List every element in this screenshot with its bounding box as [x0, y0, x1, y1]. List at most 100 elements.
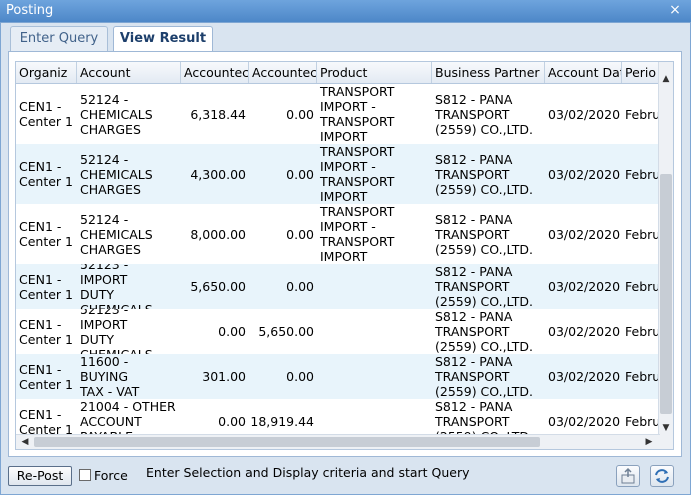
cell-text: 0.00 [286, 369, 314, 384]
table-cell: CEN1 - Center 1 [16, 309, 77, 354]
cell-text: Febru [625, 414, 660, 429]
table-row[interactable]: CEN1 - Center 1 52124 - CHEMICALS CHARGES… [16, 204, 660, 264]
scroll-corner [659, 435, 673, 449]
scroll-up-icon[interactable]: ▲ [659, 72, 673, 86]
cell-text: 0.00 [286, 279, 314, 294]
table-cell: 0.00 [181, 399, 249, 435]
table-cell: Febru [622, 84, 660, 144]
cell-text: 52124 - CHEMICALS CHARGES [80, 91, 153, 137]
cell-text: S812 - PANA TRANSPORT (2559) CO.,LTD. [435, 151, 534, 197]
status-text: Enter Selection and Display criteria and… [146, 465, 470, 480]
column-header[interactable]: Business Partner [432, 62, 545, 83]
table-row[interactable]: CEN1 - Center 1 52124 - CHEMICALS CHARGES… [16, 84, 660, 144]
column-header[interactable]: Accountec [249, 62, 317, 83]
cell-text: 03/02/2020 [548, 324, 621, 339]
cell-text: 52123 - IMPORT DUTY CHEMICALS [80, 264, 153, 309]
cell-text: 03/02/2020 [548, 279, 621, 294]
tab-enter-query[interactable]: Enter Query [10, 26, 108, 51]
cell-text: CEN1 - Center 1 [19, 219, 73, 249]
cell-text: 8,000.00 [190, 226, 246, 242]
horizontal-scroll-thumb[interactable] [34, 437, 540, 447]
cell-text: S812 - PANA TRANSPORT (2559) CO.,LTD. [435, 309, 534, 354]
cell-text: 21004 - OTHER ACCOUNT PAYABLE [80, 399, 176, 435]
table-row[interactable]: CEN1 - Center 1 11600 - BUYING TAX - VAT 3… [16, 354, 660, 399]
column-header[interactable]: Product [317, 62, 432, 83]
cell-text: 0.00 [286, 106, 314, 122]
grid-header: Organiz Account Accountec Accountec Product B… [16, 62, 660, 84]
table-cell: 03/02/2020 [545, 84, 622, 144]
table-cell: 03/02/2020 [545, 264, 622, 309]
cell-text: 6,318.44 [190, 106, 246, 122]
table-row[interactable]: CEN1 - Center 121004 - OTHER ACCOUNT PAY… [16, 399, 660, 435]
table-cell: S812 - PANA TRANSPORT (2559) CO.,LTD. [432, 354, 545, 399]
table-cell: 21004 - OTHER ACCOUNT PAYABLE [77, 399, 181, 435]
refresh-icon [655, 469, 669, 483]
horizontal-scrollbar[interactable]: ◀ ▶ [16, 434, 660, 449]
scroll-right-icon[interactable]: ▶ [642, 435, 656, 449]
column-header[interactable]: Accountec [181, 62, 249, 83]
export-button[interactable] [616, 465, 640, 487]
table-cell: Febru [622, 204, 660, 264]
table-cell: CEN1 - Center 1 [16, 144, 77, 204]
table-row[interactable]: CEN1 - Center 1 52123 - IMPORT DUTY CHEMI… [16, 309, 660, 354]
table-cell: 0.00 [249, 204, 317, 264]
table-cell: 52123 - IMPORT DUTY CHEMICALS [77, 264, 181, 309]
window-title: Posting [6, 3, 54, 18]
cell-text: 03/02/2020 [548, 414, 621, 429]
repost-button[interactable]: Re-Post [8, 466, 72, 486]
table-cell: 18,919.44 [249, 399, 317, 435]
vertical-scrollbar[interactable]: ▲ ▼ [658, 62, 673, 435]
cell-text: CEN1 - Center 1 [19, 316, 73, 347]
table-cell: Febru [622, 399, 660, 435]
column-header[interactable]: Perio [622, 62, 660, 83]
table-row[interactable]: CEN1 - Center 1 52124 - CHEMICALS CHARGES… [16, 144, 660, 204]
table-cell: 03/02/2020 [545, 309, 622, 354]
export-icon [621, 467, 635, 484]
table-cell: S812 - PANA TRANSPORT (2559) CO.,LTD. [432, 84, 545, 144]
force-checkbox[interactable] [79, 469, 91, 481]
cell-text: TRANSPORT IMPORT - TRANSPORT IMPORT [320, 144, 395, 204]
cell-text: Febru [625, 324, 660, 339]
cell-text: Febru [625, 106, 660, 122]
cell-text: CEN1 - Center 1 [19, 361, 73, 392]
table-cell: S812 - PANA TRANSPORT (2559) CO.,LTD. [432, 204, 545, 264]
cell-text: CEN1 - Center 1 [19, 159, 73, 189]
table-cell: CEN1 - Center 1 [16, 264, 77, 309]
table-cell [317, 399, 432, 435]
table-cell: 8,000.00 [181, 204, 249, 264]
table-cell: CEN1 - Center 1 [16, 399, 77, 436]
refresh-button[interactable] [650, 465, 674, 487]
column-header[interactable]: Account [77, 62, 181, 83]
table-cell: 0.00 [249, 84, 317, 144]
close-icon[interactable]: × [667, 2, 683, 18]
cell-text: 0.00 [218, 324, 246, 339]
table-row[interactable]: CEN1 - Center 1 52123 - IMPORT DUTY CHEMI… [16, 264, 660, 309]
cell-text: 5,650.00 [258, 324, 314, 339]
table-cell: 03/02/2020 [545, 144, 622, 204]
table-cell: S812 - PANA TRANSPORT (2559) CO.,LTD. [432, 264, 545, 309]
table-cell [317, 354, 432, 399]
cell-text: 301.00 [202, 369, 246, 384]
cell-text: S812 - PANA TRANSPORT (2559) CO.,LTD. [435, 264, 534, 309]
column-header[interactable]: Organiz [16, 62, 77, 83]
cell-text: 5,650.00 [190, 279, 246, 294]
result-grid: Organiz Account Accountec Accountec Product B… [15, 61, 674, 450]
table-cell: Febru [622, 264, 660, 309]
cell-text: 03/02/2020 [548, 369, 621, 384]
vertical-scroll-thumb[interactable] [660, 174, 672, 414]
table-cell: 4,300.00 [181, 144, 249, 204]
table-cell: 0.00 [181, 309, 249, 354]
cell-text: 03/02/2020 [548, 226, 621, 242]
cell-text: TRANSPORT IMPORT - TRANSPORT IMPORT [320, 204, 395, 264]
grid-viewport: Organiz Account Accountec Accountec Product B… [16, 62, 660, 435]
column-header[interactable]: Account Dat [545, 62, 622, 83]
tab-view-result[interactable]: View Result [113, 26, 213, 52]
cell-text: Febru [625, 279, 660, 294]
scroll-left-icon[interactable]: ◀ [18, 435, 32, 449]
table-cell: 03/02/2020 [545, 399, 622, 435]
table-cell: Febru [622, 354, 660, 399]
table-cell: S812 - PANA TRANSPORT (2559) CO.,LTD. [432, 309, 545, 354]
cell-text: Febru [625, 166, 660, 182]
scroll-down-icon[interactable]: ▼ [659, 421, 673, 435]
table-cell: Febru [622, 144, 660, 204]
